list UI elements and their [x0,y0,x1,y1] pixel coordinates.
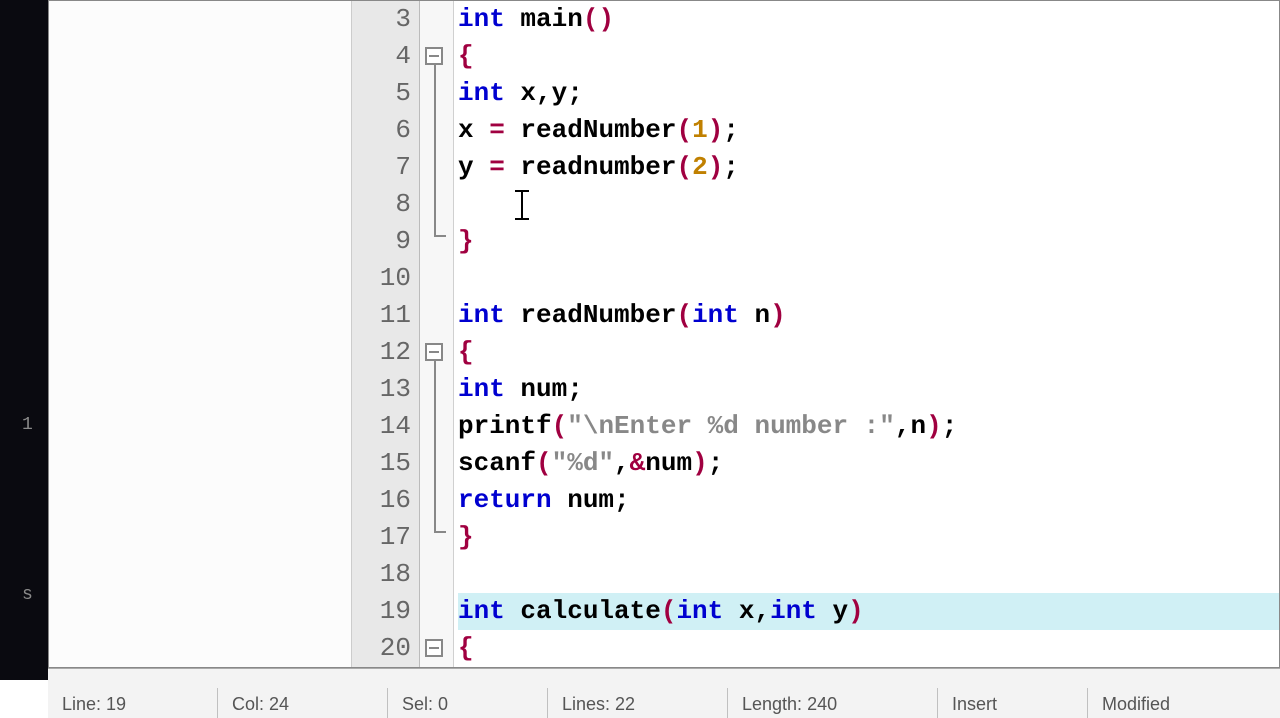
code-line: return num; [458,482,1279,519]
status-modified: Modified [1088,688,1280,718]
code-line [458,556,1279,593]
line-number[interactable]: 14 [352,408,419,445]
background-panel: 1 s [0,0,48,680]
fold-guide [434,65,436,235]
line-number[interactable]: 7 [352,149,419,186]
code-line: int x,y; [458,75,1279,112]
stray-text: 1 [22,340,48,510]
fold-toggle-icon[interactable] [425,343,443,361]
line-number[interactable]: 20 [352,630,419,667]
line-number-gutter[interactable]: 3 4 5 6 7 8 9 10 11 12 13 14 15 16 17 18… [352,1,420,667]
editor-panel: 3 4 5 6 7 8 9 10 11 12 13 14 15 16 17 18… [48,0,1280,668]
fold-guide-end [434,235,446,237]
line-number[interactable]: 10 [352,260,419,297]
status-col: Col: 24 [218,688,388,718]
line-number[interactable]: 4 [352,38,419,75]
fold-toggle-icon[interactable] [425,47,443,65]
code-line: scanf("%d",&num); [458,445,1279,482]
status-insert-mode: Insert [938,688,1088,718]
fold-column [420,1,454,667]
line-number[interactable]: 5 [352,75,419,112]
code-line: int readNumber(int n) [458,297,1279,334]
status-lines: Lines: 22 [548,688,728,718]
code-line [458,186,1279,223]
fold-toggle-icon[interactable] [425,639,443,657]
code-editor[interactable]: int main() { int x,y; x = readNumber(1);… [454,1,1279,667]
line-number[interactable]: 6 [352,112,419,149]
code-line: } [458,223,1279,260]
line-number[interactable]: 16 [352,482,419,519]
code-line: x = readNumber(1); [458,112,1279,149]
code-line: int main() [458,1,1279,38]
line-number[interactable]: 13 [352,371,419,408]
status-bar: Line: 19 Col: 24 Sel: 0 Lines: 22 Length… [48,668,1280,718]
line-number[interactable]: 12 [352,334,419,371]
line-number[interactable]: 15 [352,445,419,482]
status-length: Length: 240 [728,688,938,718]
line-number[interactable]: 19 [352,593,419,630]
editor-left-margin [49,1,352,667]
line-number[interactable]: 18 [352,556,419,593]
status-sel: Sel: 0 [388,688,548,718]
code-line: y = readnumber(2); [458,149,1279,186]
line-number[interactable]: 11 [352,297,419,334]
code-line: { [458,334,1279,371]
stray-text: s [22,510,48,680]
code-line: int num; [458,371,1279,408]
line-number[interactable]: 8 [352,186,419,223]
line-number[interactable]: 3 [352,1,419,38]
fold-guide-end [434,531,446,533]
line-number[interactable]: 9 [352,223,419,260]
code-line: } [458,519,1279,556]
code-line [458,260,1279,297]
code-line: { [458,630,1279,667]
fold-guide [434,361,436,531]
status-line: Line: 19 [48,688,218,718]
code-line: printf("\nEnter %d number :",n); [458,408,1279,445]
code-line-active: int calculate(int x,int y) [458,593,1279,630]
code-line: { [458,38,1279,75]
line-number[interactable]: 17 [352,519,419,556]
